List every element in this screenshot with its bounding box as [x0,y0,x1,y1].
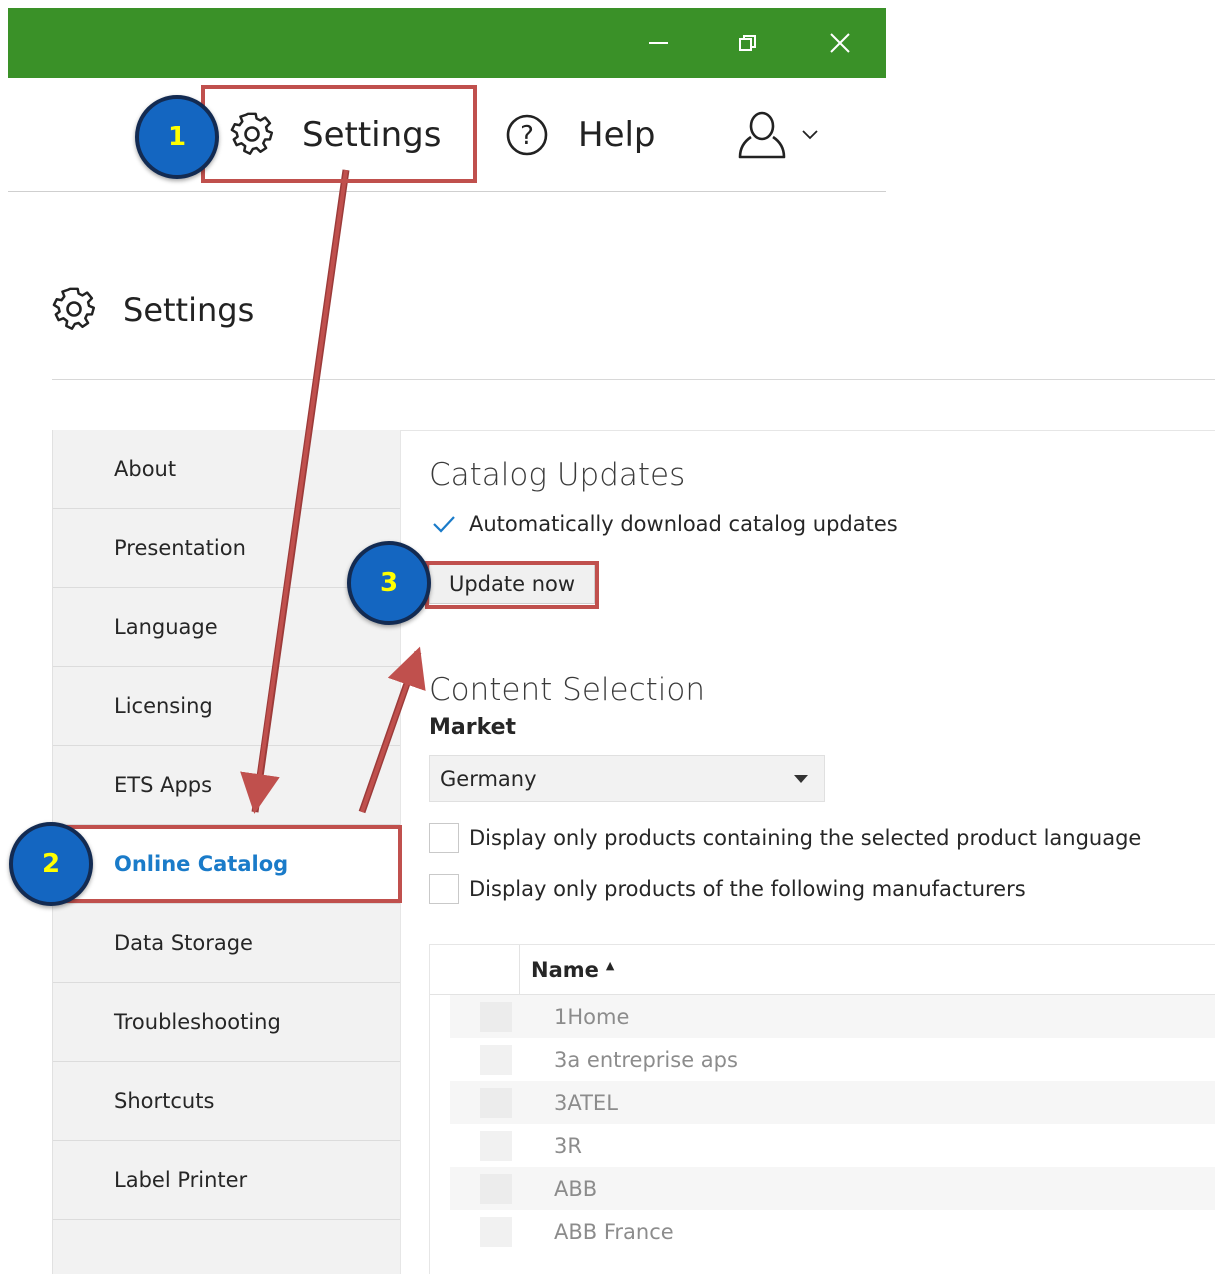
sidebar-item-licensing[interactable]: Licensing [53,667,401,746]
manufacturer-name: 3a entreprise aps [554,1047,738,1072]
product-language-label: Display only products containing the sel… [469,826,1142,850]
sidebar-item-ets-apps[interactable]: ETS Apps [53,746,401,825]
sidebar-item-troubleshooting[interactable]: Troubleshooting [53,983,401,1062]
help-icon: ? [506,114,548,156]
sidebar-item-data-storage[interactable]: Data Storage [53,904,401,983]
table-row[interactable]: ABB France [450,1210,1215,1253]
user-icon [738,111,786,159]
manufacturer-name: 3ATEL [554,1090,618,1115]
toolbar-help-label: Help [578,115,656,155]
manufacturers-table: Name ▲ 1Home 3a entreprise aps 3ATEL 3R … [429,944,1215,1274]
step-badge-1: 1 [135,95,219,179]
sidebar-item-label: Data Storage [114,931,253,955]
checkmark-icon [433,516,455,533]
row-checkbox[interactable] [480,1174,512,1204]
step-badge-3: 3 [347,541,431,625]
sidebar-item-label: ETS Apps [114,773,213,797]
step-badge-2: 2 [9,822,93,906]
sidebar-item-label-printer[interactable]: Label Printer [53,1141,401,1220]
sidebar-item-label: Label Printer [114,1168,248,1192]
column-separator [519,945,520,995]
manufacturers-checkbox[interactable] [429,874,459,904]
manufacturer-name: ABB France [554,1219,674,1244]
sidebar-item-label: Shortcuts [114,1089,215,1113]
minimize-button[interactable] [638,23,678,63]
table-row[interactable]: 3R [450,1124,1215,1167]
row-checkbox[interactable] [480,1088,512,1118]
highlight-settings-button [201,85,477,183]
auto-download-label: Automatically download catalog updates [469,512,898,536]
catalog-updates-heading: Catalog Updates [429,457,686,493]
table-row[interactable]: 3a entreprise aps [450,1038,1215,1081]
manufacturer-name: 1Home [554,1004,630,1029]
market-label: Market [429,715,517,740]
gear-icon [52,287,96,330]
product-language-checkbox-row[interactable]: Display only products containing the sel… [429,823,1141,853]
sidebar-item-label: Presentation [114,536,246,560]
svg-text:?: ? [520,121,534,151]
manufacturer-name: ABB [554,1176,598,1201]
sidebar-item-label: Licensing [114,694,213,718]
highlight-online-catalog [46,825,402,903]
dropdown-caret-icon [794,775,808,783]
user-account-menu[interactable] [736,78,820,192]
close-button[interactable] [820,23,860,63]
sidebar-item-label: Language [114,615,218,639]
minimize-icon [648,42,668,44]
manufacturers-label: Display only products of the following m… [469,877,1026,901]
market-select-value: Germany [440,766,537,791]
title-divider [52,379,1215,380]
row-checkbox[interactable] [480,1002,512,1032]
chevron-down-icon [802,130,818,140]
settings-title-text: Settings [123,291,255,329]
name-column-label: Name [531,958,599,982]
row-checkbox[interactable] [480,1131,512,1161]
manufacturers-checkbox-row[interactable]: Display only products of the following m… [429,874,1026,904]
close-icon [830,33,850,53]
row-checkbox[interactable] [480,1217,512,1247]
sidebar-item-about[interactable]: About [53,430,401,509]
row-checkbox[interactable] [480,1045,512,1075]
name-column-header[interactable]: Name ▲ [531,945,614,995]
page-title: Settings [52,283,254,337]
content-selection-heading: Content Selection [429,672,706,708]
table-row[interactable]: ABB [450,1167,1215,1210]
table-row[interactable]: 3ATEL [450,1081,1215,1124]
restore-button[interactable] [728,23,768,63]
market-select[interactable]: Germany [429,755,825,802]
sidebar-item-label: Troubleshooting [114,1010,281,1034]
auto-download-checkbox[interactable] [429,509,459,539]
online-catalog-panel: Catalog Updates Automatically download c… [400,430,1215,1274]
sidebar-item-label: About [114,457,177,481]
manufacturer-name: 3R [554,1133,582,1158]
sidebar-item-shortcuts[interactable]: Shortcuts [53,1062,401,1141]
table-header: Name ▲ [430,945,1215,995]
auto-download-checkbox-row[interactable]: Automatically download catalog updates [429,509,898,539]
table-row[interactable]: 1Home [450,995,1215,1038]
title-bar [8,8,886,78]
product-language-checkbox[interactable] [429,823,459,853]
sidebar-item-language[interactable]: Language [53,588,401,667]
toolbar-help-button[interactable]: ? Help [504,78,656,192]
sort-ascending-icon: ▲ [605,958,615,972]
highlight-update-now [425,561,599,609]
restore-icon [739,35,756,51]
